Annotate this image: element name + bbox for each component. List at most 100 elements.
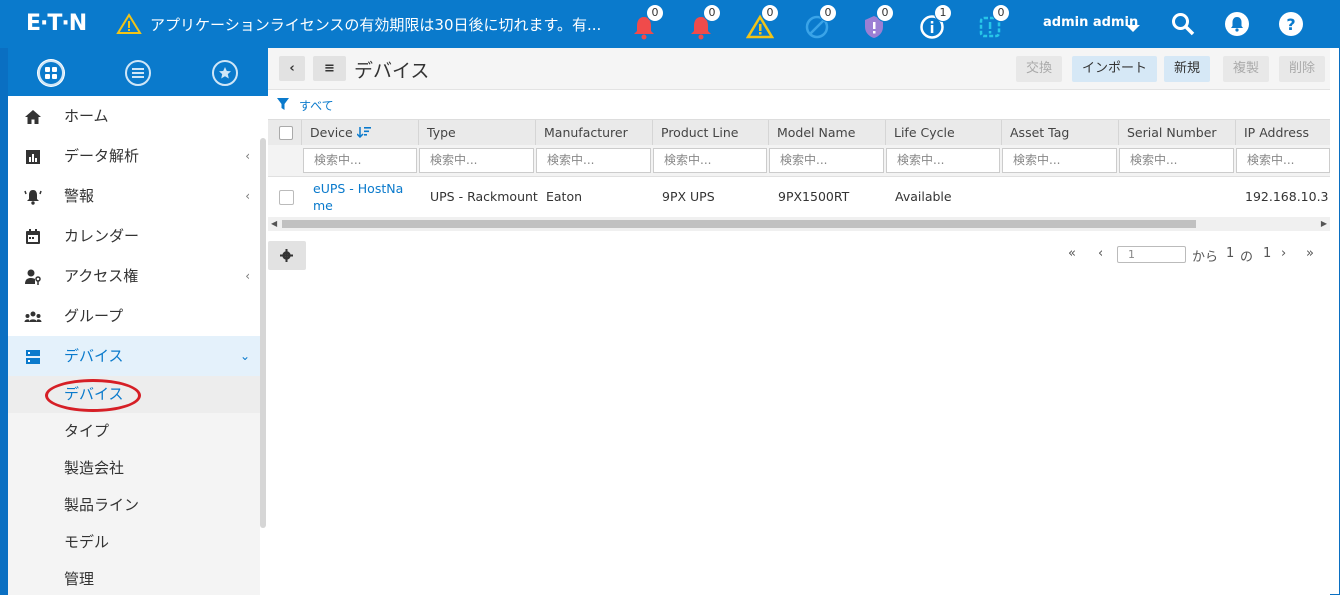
last-page-button[interactable]: » <box>1306 246 1314 261</box>
home-icon <box>25 110 41 124</box>
calendar-icon <box>26 229 40 244</box>
list-icon <box>132 68 144 78</box>
chevron-left-icon: ‹ <box>245 269 250 283</box>
maintenance-button[interactable]: 0 <box>974 4 1010 42</box>
search-row: 検索中... 検索中... 検索中... 検索中... 検索中... 検索中..… <box>268 145 1330 177</box>
sidebar-subitem-manufacturers[interactable]: 製造会社 <box>8 450 260 487</box>
warning-button[interactable]: 0 <box>743 4 779 42</box>
scrollbar-thumb[interactable] <box>282 220 1196 228</box>
back-button[interactable]: ‹ <box>279 56 305 81</box>
search-input-serial-number[interactable]: 検索中... <box>1119 148 1234 173</box>
user-key-icon <box>25 269 41 285</box>
list-tab[interactable] <box>125 60 151 86</box>
warning-icon <box>116 13 142 34</box>
sidebar-subitem-management[interactable]: 管理 <box>8 561 260 595</box>
notification-bell-icon[interactable] <box>1224 11 1250 37</box>
caret-down-icon[interactable] <box>1126 25 1140 32</box>
eaton-logo[interactable]: E·T·N <box>26 11 87 36</box>
delete-button[interactable]: 削除 <box>1279 56 1326 82</box>
page-input[interactable]: 1 <box>1117 246 1186 263</box>
sidebar-item-devices[interactable]: デバイス ⌄ <box>8 336 260 376</box>
next-page-button[interactable]: › <box>1281 246 1286 261</box>
sidebar-item-calendar[interactable]: カレンダー <box>8 216 260 256</box>
apps-tab[interactable] <box>38 60 64 86</box>
filter-icon <box>277 98 289 110</box>
column-header-model-name[interactable]: Model Name <box>768 120 885 145</box>
favorites-tab[interactable] <box>212 60 238 86</box>
prev-page-button[interactable]: ‹ <box>1098 246 1103 261</box>
grid-header: Device Type Manufacturer Product Line Mo… <box>268 120 1330 145</box>
info-button[interactable]: 1 <box>916 4 952 42</box>
user-menu[interactable]: admin admin <box>1043 15 1138 30</box>
toolbar: ‹ ≡ デバイス 交換 インポート 新規 複製 削除 <box>268 48 1330 90</box>
chevron-down-icon: ⌄ <box>239 349 250 363</box>
search-input-ip-address[interactable]: 検索中... <box>1236 148 1330 173</box>
device-link[interactable]: eUPS - HostName <box>313 180 413 214</box>
sidebar-subitem-models[interactable]: モデル <box>8 524 260 561</box>
page-from-label: から <box>1192 250 1219 265</box>
sidebar-subitem-product-lines[interactable]: 製品ライン <box>8 487 260 524</box>
alarm-button[interactable]: 0 <box>685 4 721 42</box>
sidebar-item-home[interactable]: ホーム <box>8 96 260 136</box>
duplicate-button[interactable]: 複製 <box>1223 56 1270 82</box>
notification-count: 1 <box>934 4 952 22</box>
search-input-manufacturer[interactable]: 検索中... <box>536 148 651 173</box>
menu-button[interactable]: ≡ <box>313 56 346 81</box>
select-all-checkbox[interactable] <box>279 126 293 140</box>
sidebar-item-groups[interactable]: グループ <box>8 296 260 336</box>
column-header-ip-address[interactable]: IP Address <box>1235 120 1330 145</box>
new-button[interactable]: 新規 <box>1164 56 1211 82</box>
settings-button[interactable] <box>268 241 306 270</box>
disabled-button[interactable]: 0 <box>801 4 837 42</box>
column-header-asset-tag[interactable]: Asset Tag <box>1001 120 1118 145</box>
security-button[interactable]: 0 <box>858 4 894 42</box>
column-header-device[interactable]: Device <box>301 120 418 145</box>
sidebar-item-alarms[interactable]: 警報 ‹ <box>8 176 260 216</box>
row-checkbox[interactable] <box>279 190 294 205</box>
notification-count: 0 <box>992 4 1010 22</box>
cell-type: UPS - Rackmount <box>430 189 538 204</box>
column-header-type[interactable]: Type <box>418 120 535 145</box>
cell-product-line: 9PX UPS <box>662 189 715 204</box>
sidebar-item-label: ホーム <box>64 107 109 125</box>
first-page-button[interactable]: « <box>1068 246 1076 261</box>
table-row[interactable]: eUPS - HostName UPS - Rackmount Eaton 9P… <box>268 177 1330 217</box>
sidebar-item-analytics[interactable]: データ解析 ‹ <box>8 136 260 176</box>
column-header-serial-number[interactable]: Serial Number <box>1118 120 1235 145</box>
chevron-left-icon: ‹ <box>245 189 250 203</box>
column-header-manufacturer[interactable]: Manufacturer <box>535 120 652 145</box>
horizontal-scrollbar[interactable]: ◀ ▶ <box>268 217 1330 231</box>
cell-ip-address: 192.168.10.3 <box>1245 189 1329 204</box>
column-header-life-cycle[interactable]: Life Cycle <box>885 120 1001 145</box>
help-icon[interactable]: ? <box>1278 11 1304 37</box>
search-input-device[interactable]: 検索中... <box>303 148 417 173</box>
import-button[interactable]: インポート <box>1072 56 1158 82</box>
sidebar-item-access[interactable]: アクセス権 ‹ <box>8 256 260 296</box>
critical-alarm-button[interactable]: 0 <box>628 4 664 42</box>
sidebar-nav: ホーム データ解析 ‹ 警報 ‹ カレンダー アクセス権 ‹ グループ デバイス <box>8 96 260 595</box>
column-header-product-line[interactable]: Product Line <box>652 120 768 145</box>
filter-label[interactable]: すべて <box>299 97 334 114</box>
sidebar-item-label: グループ <box>64 307 124 325</box>
sidebar-subitem-label: 製造会社 <box>64 459 125 477</box>
sidebar-subitem-types[interactable]: タイプ <box>8 413 260 450</box>
sidebar-subitem-label: 製品ライン <box>64 496 140 514</box>
search-input-model-name[interactable]: 検索中... <box>769 148 884 173</box>
scroll-left-icon[interactable]: ◀ <box>271 219 277 228</box>
sort-icon[interactable] <box>356 126 371 139</box>
sidebar-subitem-label: タイプ <box>64 422 110 440</box>
search-input-product-line[interactable]: 検索中... <box>653 148 767 173</box>
grid-icon <box>45 67 57 79</box>
sidebar-scrollbar[interactable] <box>260 138 266 528</box>
search-icon[interactable] <box>1170 11 1196 37</box>
sidebar-subitem-devices[interactable]: デバイス <box>8 376 260 413</box>
search-input-life-cycle[interactable]: 検索中... <box>886 148 1000 173</box>
search-input-asset-tag[interactable]: 検索中... <box>1002 148 1117 173</box>
exchange-button[interactable]: 交換 <box>1016 56 1063 82</box>
license-message[interactable]: アプリケーションライセンスの有効期限は30日後に切れます。有... <box>150 14 601 35</box>
chevron-left-icon: ‹ <box>245 149 250 163</box>
sidebar-tabs <box>8 48 268 96</box>
scroll-right-icon[interactable]: ▶ <box>1321 219 1327 228</box>
notification-count: 0 <box>761 4 779 22</box>
search-input-type[interactable]: 検索中... <box>419 148 534 173</box>
